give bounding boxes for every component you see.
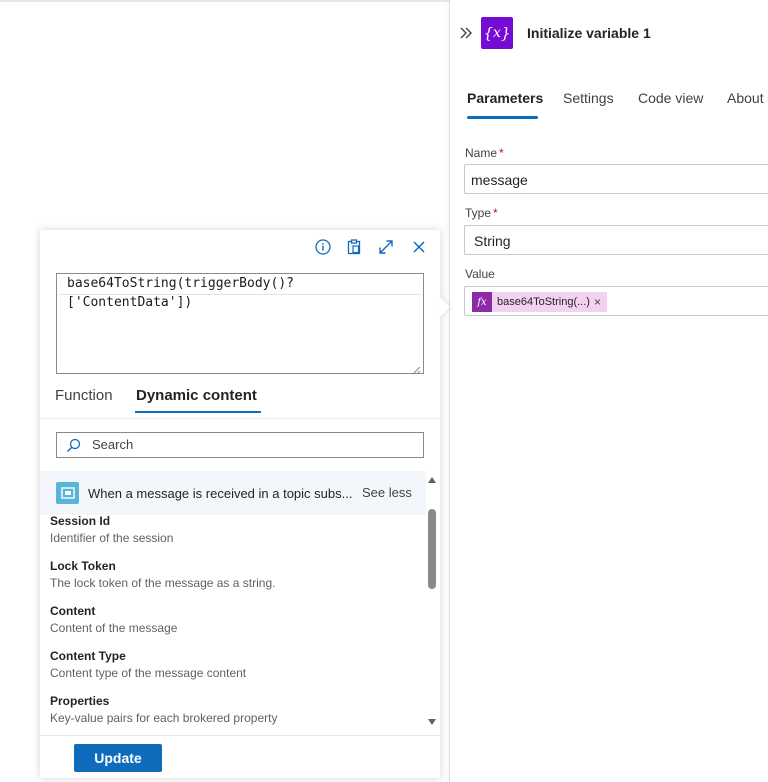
tab-about[interactable]: About xyxy=(727,90,764,106)
scroll-down-icon[interactable] xyxy=(428,719,436,725)
value-field-label: Value xyxy=(465,267,495,281)
trigger-group-title: When a message is received in a topic su… xyxy=(88,486,353,501)
name-field-value: message xyxy=(471,172,528,188)
name-field-label: Name * xyxy=(465,146,504,160)
action-config-panel: {x} Initialize variable 1 Parameters Set… xyxy=(449,0,768,782)
panel-header: {x} Initialize variable 1 xyxy=(450,15,768,53)
panel-title: Initialize variable 1 xyxy=(527,25,651,41)
scroll-up-icon[interactable] xyxy=(428,477,436,483)
footer-divider xyxy=(40,735,440,736)
resize-grip-icon[interactable] xyxy=(412,362,421,375)
tab-code-view[interactable]: Code view xyxy=(638,90,703,106)
name-field[interactable]: message xyxy=(464,164,768,194)
item-name: Content Type xyxy=(50,649,126,663)
dynamic-content-item[interactable]: Properties Key-value pairs for each brok… xyxy=(50,694,420,734)
expression-input[interactable]: base64ToString(triggerBody()? ['ContentD… xyxy=(56,273,424,375)
info-icon[interactable] xyxy=(314,238,332,256)
item-description: Identifier of the session xyxy=(50,531,174,545)
tab-parameters[interactable]: Parameters xyxy=(467,90,543,106)
scrollbar-thumb[interactable] xyxy=(428,509,436,589)
trigger-group-header[interactable]: When a message is received in a topic su… xyxy=(40,471,426,515)
popup-tab-divider xyxy=(40,418,440,419)
tab-function[interactable]: Function xyxy=(55,387,113,404)
tab-dynamic-content[interactable]: Dynamic content xyxy=(136,387,257,404)
dynamic-content-item[interactable]: Content Content of the message xyxy=(50,604,420,644)
panel-tabs: Parameters Settings Code view About xyxy=(450,86,768,120)
clipboard-icon[interactable] xyxy=(345,238,363,256)
item-description: The lock token of the message as a strin… xyxy=(50,576,276,590)
expand-icon[interactable] xyxy=(377,238,395,256)
expression-editor-popup: base64ToString(triggerBody()? ['ContentD… xyxy=(40,230,450,778)
dynamic-content-scrollbar[interactable] xyxy=(426,473,438,727)
item-name: Session Id xyxy=(50,514,111,528)
dynamic-content-item[interactable]: Content Type Content type of the message… xyxy=(50,649,420,689)
active-popup-tab-indicator xyxy=(135,411,261,413)
item-name: Properties xyxy=(50,694,110,708)
token-label: base64ToString(...) xyxy=(497,296,590,308)
close-icon[interactable] xyxy=(410,238,428,256)
function-fx-icon: fx xyxy=(472,292,492,312)
type-field-label: Type * xyxy=(465,206,498,220)
dynamic-content-item[interactable]: Lock Token The lock token of the message… xyxy=(50,559,420,599)
update-button[interactable]: Update xyxy=(74,744,162,772)
item-description: Content of the message xyxy=(50,621,178,635)
search-box[interactable] xyxy=(56,432,424,458)
type-dropdown[interactable]: String xyxy=(464,225,768,255)
item-name: Content xyxy=(50,604,96,618)
search-input[interactable] xyxy=(92,437,412,452)
expression-line-2: ['ContentData']) xyxy=(67,295,193,310)
item-description: Content type of the message content xyxy=(50,666,247,680)
service-bus-icon xyxy=(56,482,79,504)
item-name: Lock Token xyxy=(50,559,116,573)
type-dropdown-value: String xyxy=(474,233,511,249)
see-less-link[interactable]: See less xyxy=(362,485,412,500)
expression-line-1: base64ToString(triggerBody()? xyxy=(67,276,294,291)
collapse-double-chevron-icon[interactable] xyxy=(458,25,474,41)
remove-token-button[interactable]: × xyxy=(594,295,601,309)
item-description: Key-value pairs for each brokered proper… xyxy=(50,711,278,725)
tab-settings[interactable]: Settings xyxy=(563,90,614,106)
expression-token[interactable]: fx base64ToString(...) × xyxy=(472,292,607,312)
dynamic-content-item[interactable]: Session Id Identifier of the session xyxy=(50,514,420,554)
active-tab-indicator xyxy=(467,116,538,119)
value-field[interactable]: fx base64ToString(...) × xyxy=(464,286,768,316)
search-icon xyxy=(66,438,81,453)
variable-icon: {x} xyxy=(481,17,513,49)
